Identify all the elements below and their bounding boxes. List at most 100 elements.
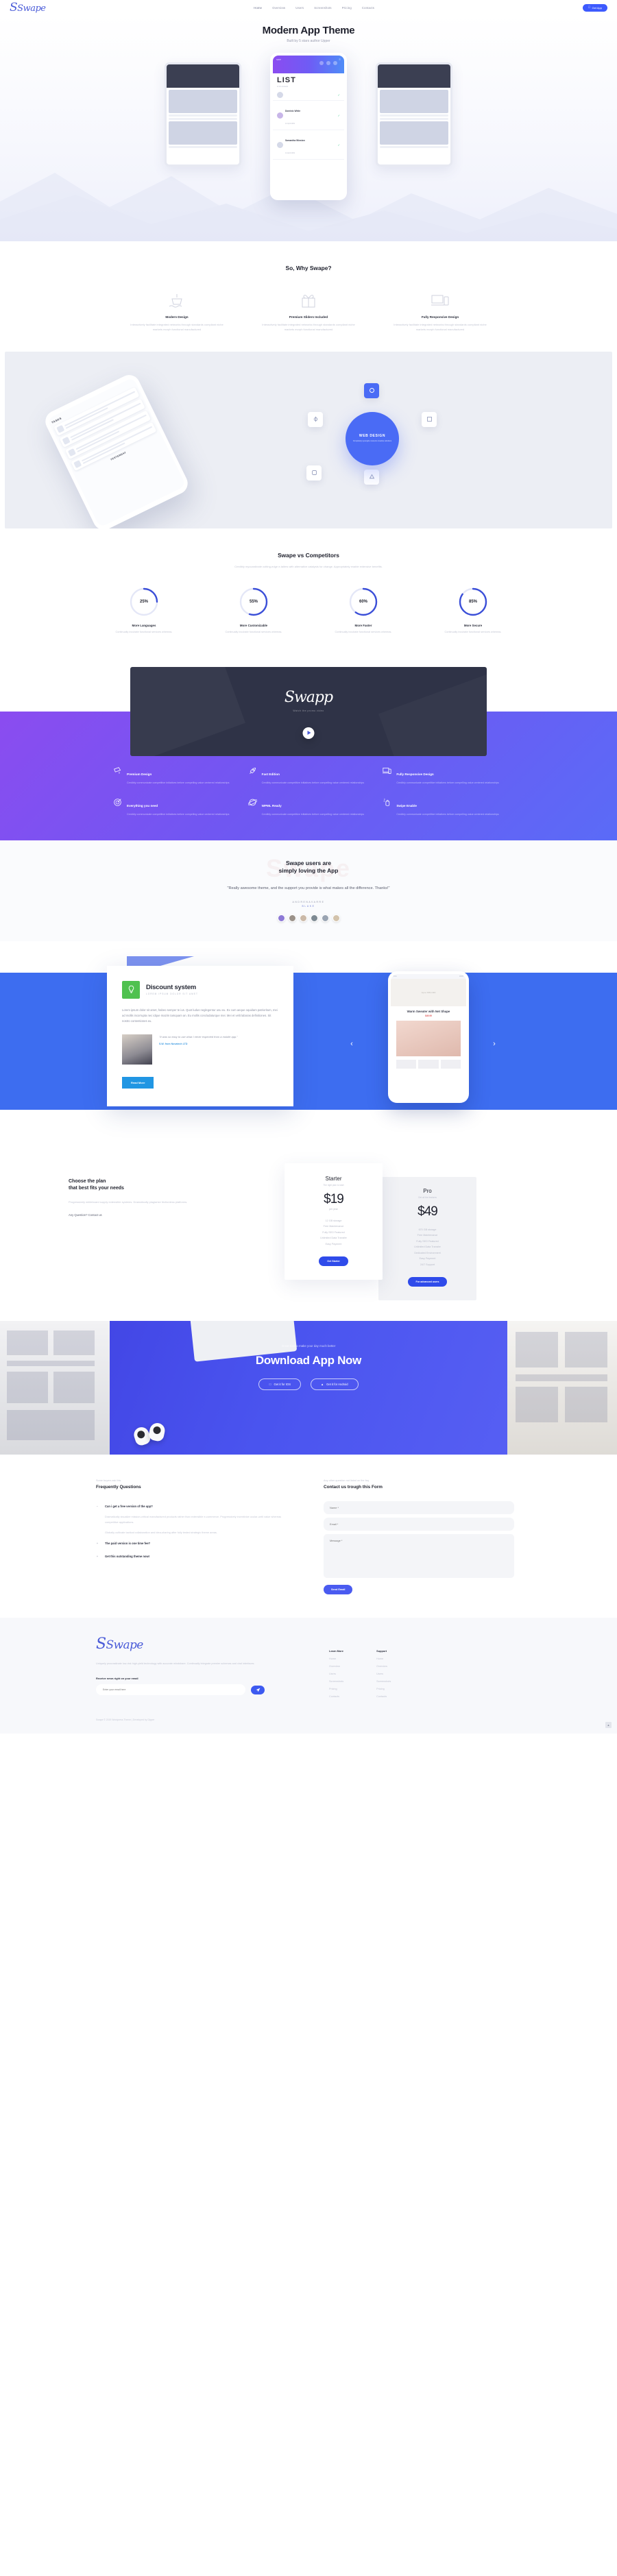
plan-price: $49 <box>418 1204 438 1219</box>
quote-text-block: "It was so easy to use what I never expe… <box>159 1034 238 1045</box>
nav-item-pricing[interactable]: Pricing <box>342 6 352 10</box>
filter-icon[interactable] <box>326 61 330 65</box>
plans-row: Starter The right plan to start $19 per … <box>213 1163 548 1301</box>
footer-link-users[interactable]: Users <box>329 1673 343 1675</box>
avatar[interactable] <box>321 914 329 922</box>
status-battery: 100% <box>459 975 463 977</box>
slider-next-arrow[interactable]: › <box>489 1039 499 1049</box>
landing-page: SSwape Home Overview Users Screenshots P… <box>0 0 617 1734</box>
testimonials-heading: Swape users are simply loving the App <box>0 860 617 875</box>
thumb <box>62 436 71 445</box>
feature-text: Fast Edition Credibly communicate compet… <box>262 766 364 786</box>
footer-link-pricing[interactable]: Pricing <box>376 1688 391 1690</box>
plan-starter: Starter The right plan to start $19 per … <box>285 1163 383 1280</box>
newsletter-email-input[interactable] <box>96 1684 245 1696</box>
download-content: Great tool to make your day much better … <box>0 1321 617 1391</box>
footer-link-screenshots[interactable]: Screenshots <box>376 1680 391 1683</box>
avatar[interactable] <box>332 914 340 922</box>
phone-product-image <box>396 1020 461 1056</box>
pricing-contact-link[interactable]: Any Question? Contact us <box>69 1213 102 1217</box>
add-icon[interactable] <box>333 61 337 65</box>
target-icon <box>113 798 122 817</box>
nav-item-users[interactable]: Users <box>295 6 304 10</box>
faq-question-toggle[interactable]: + The paid version is one time fee? <box>96 1538 287 1548</box>
tablet-line <box>380 146 448 148</box>
contact-title: Contact us trough this Form <box>324 1485 383 1490</box>
footer-link-users[interactable]: Users <box>376 1673 391 1675</box>
footer-link-home[interactable]: Home <box>376 1657 391 1660</box>
contact-email-input[interactable] <box>324 1518 514 1531</box>
discount-slider-section: Discount system LOREM IPSUM DOLOR SIT AM… <box>0 940 617 1140</box>
read-more-button[interactable]: Read More <box>122 1077 154 1089</box>
phone-status-bar: 9:41 100% <box>391 973 466 979</box>
tablet-image <box>169 121 237 145</box>
faq-question-toggle[interactable]: − Can i get a free version of the app? <box>96 1501 287 1511</box>
footer-link-home[interactable]: Home <box>329 1657 343 1660</box>
hero-phone: SWP ☰ LIST of 24 contacts ✓ Dominic Whit… <box>270 53 347 200</box>
avatar[interactable] <box>299 914 307 922</box>
progress-ring-60: 60% <box>348 587 378 617</box>
video-box[interactable]: Swapp Watch the promo video <box>130 666 487 756</box>
get-starter-button[interactable]: Get Starter <box>319 1256 348 1267</box>
faq-question-toggle[interactable]: + Get this outstanding theme now! <box>96 1551 287 1562</box>
footer-link-overview[interactable]: Overview <box>329 1665 343 1668</box>
phone-thumb-row <box>391 1056 466 1072</box>
download-android-button[interactable]: ▲ Get it for Android <box>310 1378 359 1391</box>
brand-logo[interactable]: SSwape <box>10 1 46 14</box>
download-ios-button[interactable]:  Get it for IOS <box>258 1378 301 1391</box>
progress-ring-85: 85% <box>458 587 488 617</box>
plan-feature: Fully SEO Featured <box>416 1239 439 1243</box>
slider-prev-arrow[interactable]: ‹ <box>347 1039 356 1049</box>
competitors-grid: 25% More Languages Continually incubate … <box>0 587 617 635</box>
quote-portrait <box>122 1034 152 1065</box>
nav-item-contacts[interactable]: Contacts <box>362 6 374 10</box>
phone-list-item[interactable]: Samantha Winston 14 April 2019 ✓ <box>273 130 344 160</box>
plan-name: Pro <box>423 1187 432 1194</box>
faq-title: Frequently Questions <box>96 1485 141 1490</box>
faq-column: Some buyers ask this Frequently Question… <box>96 1479 287 1594</box>
contact-name-input[interactable] <box>324 1501 514 1515</box>
download-kicker: Great tool to make your day much better <box>281 1344 336 1348</box>
tablet-right-header <box>378 64 450 88</box>
footer-link-overview[interactable]: Overview <box>376 1665 391 1668</box>
advanced-users-button[interactable]: For advanced users <box>407 1277 448 1287</box>
phone-item-text: Samantha Winston 14 April 2019 <box>285 132 305 157</box>
footer-logo[interactable]: SSwape <box>96 1636 329 1653</box>
nav-item-screenshots[interactable]: Screenshots <box>314 6 331 10</box>
webdesign-circle-title: WEB DESIGN <box>359 434 386 439</box>
camera-icon <box>113 766 122 786</box>
phone-item-name: Dominic White <box>285 110 301 112</box>
avatar[interactable] <box>310 914 318 922</box>
footer-link-pricing[interactable]: Pricing <box>329 1688 343 1690</box>
search-icon[interactable] <box>319 61 324 65</box>
check-icon: ✓ <box>337 113 340 117</box>
feature-item: Fast Edition Credibly communicate compet… <box>248 766 370 786</box>
phone-menu-icon[interactable]: ☰ <box>339 58 341 61</box>
scroll-to-top-button[interactable]: ▲ <box>605 1722 612 1729</box>
faq-item: + Get this outstanding theme now! <box>96 1551 287 1562</box>
phone-list-item[interactable]: Dominic White 12 April 2019 ✓ <box>273 101 344 130</box>
plan-feature: 12 GB storage <box>325 1219 342 1222</box>
avatar[interactable] <box>277 914 285 922</box>
hero-devices: SWP ☰ LIST of 24 contacts ✓ Dominic Whit… <box>165 53 452 217</box>
footer-link-contacts[interactable]: Contacts <box>329 1695 343 1698</box>
send-email-button[interactable]: Send Email <box>324 1585 353 1595</box>
webdesign-circle-sub: Completely synergize resource creative s… <box>352 440 392 443</box>
play-button-icon[interactable] <box>302 727 315 739</box>
avatar[interactable] <box>288 914 296 922</box>
download-android-label: Get it for Android <box>325 1383 348 1387</box>
nav-item-overview[interactable]: Overview <box>272 6 285 10</box>
paper-plane-icon[interactable] <box>251 1685 265 1694</box>
contact-message-input[interactable] <box>324 1534 514 1579</box>
footer-link-screenshots[interactable]: Screenshots <box>329 1680 343 1683</box>
testimonial-author-sub: BLAKE <box>302 904 315 908</box>
footer-link-contacts[interactable]: Contacts <box>376 1695 391 1698</box>
get-app-button[interactable]:  Get App <box>582 3 607 12</box>
phone-list-item[interactable]: ✓ <box>273 90 344 101</box>
discount-phone-screen: 9:41 100% Up to 70% OFF Warm Sweater wit… <box>391 973 466 1100</box>
thumb <box>56 424 65 433</box>
discount-quote: "It was so easy to use what I never expe… <box>159 1035 238 1039</box>
competitors-subtitle: Credibly myocardinate cutting-edge e-tai… <box>234 564 383 568</box>
footer-column-learn-more: Learn More Home Overview Users Screensho… <box>329 1649 343 1698</box>
nav-item-home[interactable]: Home <box>254 6 262 10</box>
